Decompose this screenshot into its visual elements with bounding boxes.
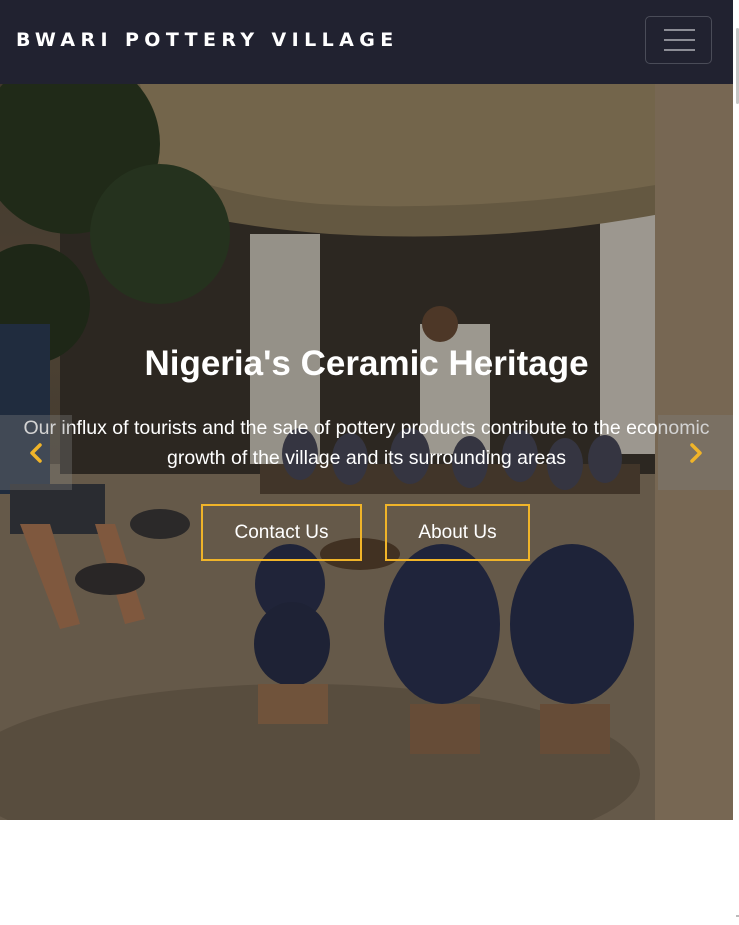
scrollbar-track[interactable] xyxy=(733,0,739,925)
carousel-prev-button[interactable] xyxy=(0,415,72,490)
hero-carousel: Nigeria's Ceramic Heritage Our influx of… xyxy=(0,84,733,820)
carousel-next-button[interactable] xyxy=(658,415,733,490)
hero-text: Our influx of tourists and the sale of p… xyxy=(23,417,710,469)
about-us-button[interactable]: About Us xyxy=(385,504,530,561)
chevron-left-icon xyxy=(30,442,42,463)
brand-logo[interactable]: BWARI POTTERY VILLAGE xyxy=(16,29,399,51)
hero-title: Nigeria's Ceramic Heritage xyxy=(144,344,589,383)
chevron-right-icon xyxy=(689,442,702,463)
contact-us-button[interactable]: Contact Us xyxy=(201,504,362,561)
navbar-toggler-button[interactable] xyxy=(645,16,712,64)
navbar: BWARI POTTERY VILLAGE xyxy=(0,0,733,84)
